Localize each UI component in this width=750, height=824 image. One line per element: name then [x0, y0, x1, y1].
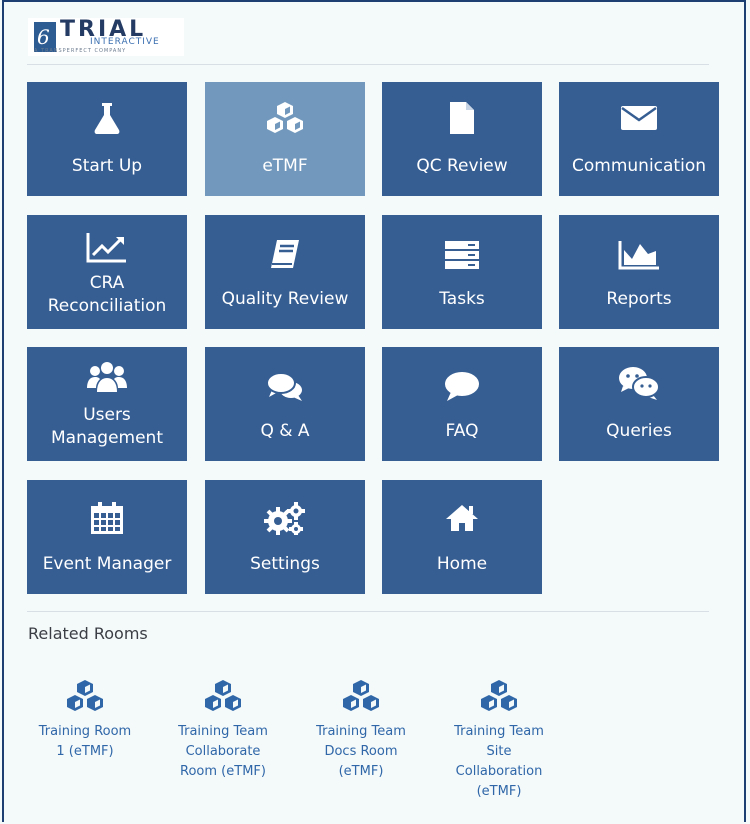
users-icon [27, 357, 187, 397]
tile-quality-review[interactable]: Quality Review [205, 215, 365, 329]
logo-subtitle: INTERACTIVE [90, 37, 160, 47]
envelope-icon [559, 98, 719, 138]
room-label[interactable]: Training Team Collaborate Room (eTMF) [168, 722, 278, 782]
tile-label: Tasks [439, 289, 485, 309]
tile-label: Start Up [71, 156, 143, 176]
comments-icon [205, 367, 365, 407]
tile-label: FAQ [445, 421, 479, 441]
tile-label: eTMF [262, 156, 308, 176]
tile-users-management[interactable]: Users Management [27, 347, 187, 461]
tile-label: Communication [572, 156, 706, 176]
tile-label: Reports [606, 289, 672, 309]
home-icon [382, 498, 542, 538]
book-icon [205, 235, 365, 275]
logo-tagline: A TRANSPERFECT COMPANY [34, 48, 127, 54]
tile-tasks[interactable]: Tasks [382, 215, 542, 329]
tile-q-and-a[interactable]: Q & A [205, 347, 365, 461]
header-divider [27, 64, 709, 65]
tile-qc-review[interactable]: QC Review [382, 82, 542, 196]
cubes-icon [306, 676, 416, 716]
tile-event-manager[interactable]: Event Manager [27, 480, 187, 594]
tile-label: Home [436, 554, 488, 574]
room-training-team-collaborate[interactable]: Training Team Collaborate Room (eTMF) [168, 676, 278, 782]
tile-communication[interactable]: Communication [559, 82, 719, 196]
tile-label: Q & A [260, 421, 310, 441]
flask-icon [27, 98, 187, 138]
tile-etmf[interactable]: eTMF [205, 82, 365, 196]
room-training-team-docs[interactable]: Training Team Docs Room (eTMF) [306, 676, 416, 782]
tile-label: Quality Review [221, 289, 349, 309]
tile-settings[interactable]: Settings [205, 480, 365, 594]
tile-queries[interactable]: Queries [559, 347, 719, 461]
section-divider [27, 611, 709, 612]
tile-label: Event Manager [42, 554, 172, 574]
area-chart-icon [559, 235, 719, 275]
room-label[interactable]: Training Team Site Collaboration (eTMF) [444, 722, 554, 802]
room-label[interactable]: Training Room 1 (eTMF) [30, 722, 140, 762]
tile-label-line-2: Management [51, 428, 163, 448]
line-chart-icon [27, 227, 187, 267]
room-training-team-site-collaboration[interactable]: Training Team Site Collaboration (eTMF) [444, 676, 554, 802]
wechat-icon [559, 363, 719, 403]
trial-interactive-logo[interactable]: 6 TRIAL INTERACTIVE A TRANSPERFECT COMPA… [28, 17, 184, 56]
cubes-icon [168, 676, 278, 716]
tile-reports[interactable]: Reports [559, 215, 719, 329]
tile-label: QC Review [416, 156, 508, 176]
room-training-room-1[interactable]: Training Room 1 (eTMF) [30, 676, 140, 762]
tile-home[interactable]: Home [382, 480, 542, 594]
cogs-icon [205, 498, 365, 538]
tile-cra-reconciliation[interactable]: CRA Reconciliation [27, 215, 187, 329]
cubes-icon [205, 98, 365, 138]
cubes-icon [444, 676, 554, 716]
related-rooms-title: Related Rooms [28, 624, 148, 643]
calendar-icon [27, 498, 187, 538]
module-grid: Start Up eTMF QC Review Communication CR… [27, 82, 719, 594]
room-label[interactable]: Training Team Docs Room (eTMF) [306, 722, 416, 782]
tile-faq[interactable]: FAQ [382, 347, 542, 461]
comment-icon [382, 367, 542, 407]
document-icon [382, 98, 542, 138]
tile-start-up[interactable]: Start Up [27, 82, 187, 196]
tile-label-line-1: Users [83, 405, 131, 425]
server-list-icon [382, 235, 542, 275]
tile-label: Settings [250, 554, 320, 574]
tile-label: Queries [606, 421, 672, 441]
tile-label-line-2: Reconciliation [47, 296, 167, 316]
cubes-icon [30, 676, 140, 716]
tile-label-line-1: CRA [89, 273, 125, 293]
